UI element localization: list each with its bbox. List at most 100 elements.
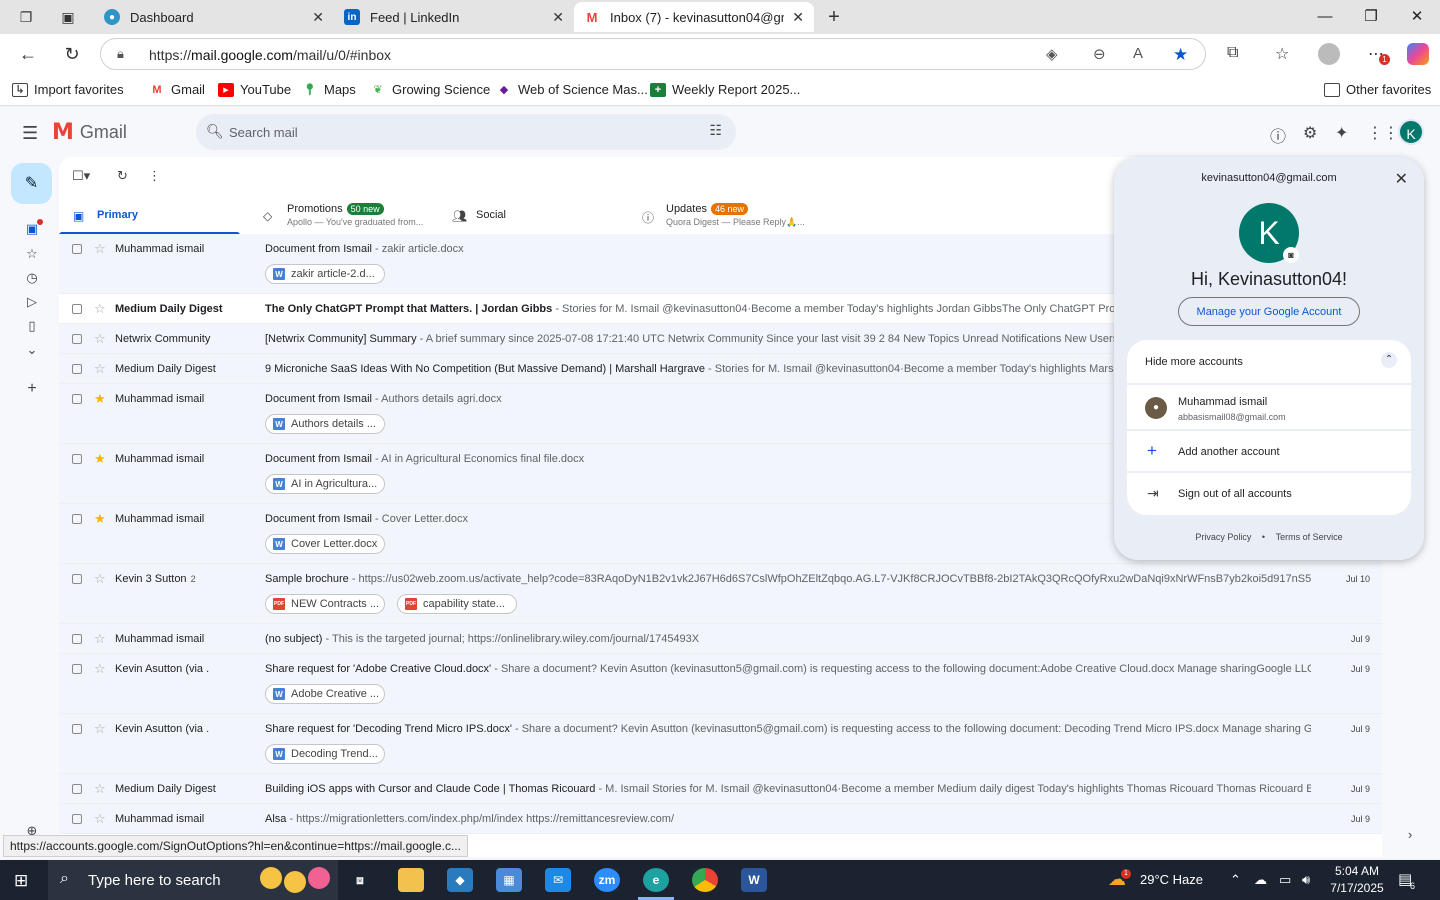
bookmark-weekly-report[interactable]: + Weekly Report 2025... <box>650 82 800 97</box>
close-tab-icon[interactable]: ✕ <box>792 9 804 26</box>
other-account-item[interactable]: ● Muhammad ismail abbasismail08@gmail.co… <box>1127 385 1411 431</box>
terms-of-service-link[interactable]: Terms of Service <box>1276 532 1343 542</box>
help-icon[interactable]: ⓘ <box>1270 123 1286 147</box>
refresh-icon[interactable]: ↻ <box>60 42 84 66</box>
tab-gmail-inbox[interactable]: M Inbox (7) - kevinasutton04@gmai ✕ <box>574 2 814 32</box>
close-tab-icon[interactable]: ✕ <box>312 9 324 26</box>
row-checkbox[interactable] <box>72 304 82 314</box>
search-input[interactable] <box>229 122 689 142</box>
show-hidden-icons-icon[interactable]: ⌃ <box>1230 872 1241 888</box>
attachment-chip[interactable]: W AI in Agricultura... <box>265 474 385 494</box>
task-view-icon[interactable]: ⧈ <box>347 868 373 892</box>
star-icon[interactable]: ★ <box>94 511 106 527</box>
close-tab-icon[interactable]: ✕ <box>552 9 564 26</box>
search-icon[interactable]: 🔍︎ <box>206 123 224 140</box>
refresh-mail-icon[interactable]: ↻ <box>117 168 128 184</box>
star-icon[interactable]: ☆ <box>94 361 106 377</box>
tab-promotions[interactable]: ◇ Promotions 50 new Apollo — You've gradu… <box>249 197 439 235</box>
attachment-chip[interactable]: W Cover Letter.docx <box>265 534 385 554</box>
weather-text[interactable]: 29°C Haze <box>1140 872 1203 887</box>
more-chevron-icon[interactable]: ⌄ <box>24 342 40 358</box>
expand-side-panel-icon[interactable]: › <box>1408 827 1412 842</box>
bookmark-youtube[interactable]: ▶ YouTube <box>218 82 291 97</box>
network-icon[interactable]: ☁ <box>1254 872 1267 888</box>
settings-gear-icon[interactable]: ⚙ <box>1303 123 1317 143</box>
bookmark-growing-science[interactable]: ❦ Growing Science <box>370 82 490 97</box>
camera-icon[interactable]: ◙ <box>1283 247 1299 263</box>
manage-account-button[interactable]: Manage your Google Account <box>1178 297 1360 326</box>
email-row[interactable]: ☆ Kevin 3 Sutton 2 Sample brochure - https:… <box>59 564 1382 624</box>
row-checkbox[interactable] <box>72 724 82 734</box>
star-icon[interactable]: ☆ <box>94 301 106 317</box>
workspaces-icon[interactable]: ❐ <box>16 7 36 27</box>
row-checkbox[interactable] <box>72 394 82 404</box>
bookmark-import-favorites[interactable]: ↳ Import favorites <box>12 82 124 97</box>
taskbar-search[interactable]: ⌕ Type here to search <box>48 860 338 900</box>
row-checkbox[interactable] <box>72 814 82 824</box>
sent-icon[interactable]: ▷ <box>24 294 40 310</box>
windows-start-icon[interactable]: ⊞ <box>14 871 28 891</box>
main-menu-icon[interactable]: ☰ <box>22 123 38 144</box>
tab-updates[interactable]: ⓘ Updates 46 new Quora Digest — Please Re… <box>628 197 818 235</box>
row-checkbox[interactable] <box>72 364 82 374</box>
starred-icon[interactable]: ☆ <box>24 246 40 262</box>
select-all-checkbox[interactable]: ☐▾ <box>72 168 90 184</box>
file-explorer-icon[interactable] <box>398 868 424 892</box>
edge-icon[interactable]: e <box>643 868 669 892</box>
email-row[interactable]: ☆ Medium Daily Digest Building iOS apps wi… <box>59 774 1382 804</box>
row-checkbox[interactable] <box>72 634 82 644</box>
display-icon[interactable]: ▭ <box>1279 872 1291 888</box>
tab-social[interactable]: 👥︎ Social <box>438 197 628 235</box>
star-icon[interactable]: ★ <box>94 391 106 407</box>
minimize-icon[interactable]: — <box>1310 6 1340 28</box>
favorites-icon[interactable]: ☆ <box>1275 44 1289 64</box>
row-checkbox[interactable] <box>72 244 82 254</box>
attachment-chip[interactable]: W Decoding Trend... <box>265 744 385 764</box>
star-icon[interactable]: ☆ <box>94 781 106 797</box>
profile-icon[interactable] <box>1318 43 1340 65</box>
restore-icon[interactable]: ❐ <box>1356 6 1386 28</box>
drafts-icon[interactable]: ▯ <box>24 318 40 334</box>
row-checkbox[interactable] <box>72 574 82 584</box>
word-icon[interactable]: W <box>741 868 767 892</box>
apps-grid-icon[interactable]: ⋮⋮ <box>1367 123 1399 143</box>
copilot-icon[interactable] <box>1407 43 1429 65</box>
gmail-logo[interactable]: M Gmail <box>52 120 127 145</box>
star-icon[interactable]: ☆ <box>94 811 106 827</box>
bookmark-other-favorites[interactable]: Other favorites <box>1324 82 1431 97</box>
star-icon[interactable]: ☆ <box>94 331 106 347</box>
tab-linkedin[interactable]: in Feed | LinkedIn ✕ <box>334 2 574 32</box>
star-icon[interactable]: ☆ <box>94 631 106 647</box>
tab-actions-icon[interactable]: ▣ <box>58 7 78 27</box>
close-window-icon[interactable]: ✕ <box>1402 6 1432 28</box>
zoom-app-icon[interactable]: zm <box>594 868 620 892</box>
zoom-icon[interactable]: ⊖ <box>1093 45 1106 63</box>
email-row[interactable]: ☆ Muhammad ismail (no subject) - This is t… <box>59 624 1382 654</box>
tab-dashboard[interactable]: ● Dashboard ✕ <box>94 2 334 32</box>
snoozed-clock-icon[interactable]: ◷ <box>24 270 40 286</box>
email-row[interactable]: ☆ Muhammad ismail Alsa - https://migration… <box>59 804 1382 834</box>
account-avatar[interactable]: K <box>1398 119 1424 145</box>
more-actions-icon[interactable]: ⋮ <box>148 168 161 184</box>
site-info-icon[interactable]: 🔒︎ <box>117 46 124 62</box>
star-icon[interactable]: ☆ <box>94 661 106 677</box>
search-options-icon[interactable]: ☷ <box>709 122 722 139</box>
read-aloud-icon[interactable]: A <box>1133 45 1143 62</box>
sign-out-item[interactable]: ⇥ Sign out of all accounts <box>1127 473 1411 515</box>
attachment-chip[interactable]: PDF NEW Contracts ... <box>265 594 385 614</box>
address-bar[interactable]: 🔒︎ https://mail.google.com/mail/u/0/#inb… <box>100 38 1206 70</box>
email-row[interactable]: ☆ Kevin Asutton (via . Share request for '… <box>59 654 1382 714</box>
create-label-icon[interactable]: + <box>24 380 40 398</box>
attachment-chip[interactable]: PDF capability state... <box>397 594 517 614</box>
tracking-prevention-icon[interactable]: ◈ <box>1046 45 1058 63</box>
row-checkbox[interactable] <box>72 334 82 344</box>
tab-primary[interactable]: ▣ Primary <box>59 197 240 235</box>
extensions-icon[interactable]: ⧉ <box>1227 44 1238 62</box>
url-text[interactable]: https://mail.google.com/mail/u/0/#inbox <box>149 47 391 63</box>
bookmark-web-of-science[interactable]: ◆ Web of Science Mas... <box>496 82 648 97</box>
row-checkbox[interactable] <box>72 664 82 674</box>
privacy-policy-link[interactable]: Privacy Policy <box>1195 532 1251 542</box>
bookmark-gmail[interactable]: M Gmail <box>149 82 205 97</box>
hide-accounts-toggle[interactable]: Hide more accounts ⌃ <box>1127 340 1411 385</box>
mail-icon[interactable]: ✉ <box>545 868 571 892</box>
